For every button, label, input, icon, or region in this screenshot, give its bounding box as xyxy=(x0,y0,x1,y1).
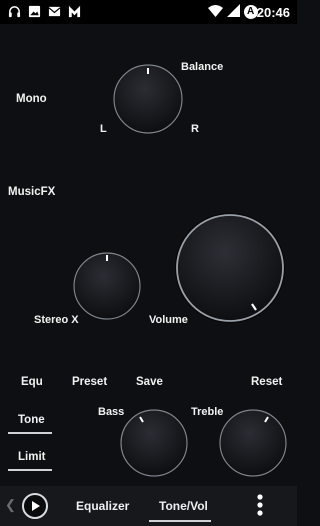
reset-button[interactable]: Reset xyxy=(251,376,282,388)
back-chevron-icon[interactable]: ❮ xyxy=(5,497,16,513)
mail-icon xyxy=(48,6,61,17)
limit-button[interactable]: Limit xyxy=(18,451,45,463)
play-icon xyxy=(32,501,40,511)
save-button[interactable]: Save xyxy=(136,376,163,388)
battery-level: A xyxy=(247,6,255,17)
clock: 20:46 xyxy=(256,5,290,20)
volume-label: Volume xyxy=(149,314,188,326)
balance-label: Balance xyxy=(181,61,224,73)
balance-knob[interactable] xyxy=(112,63,184,135)
tone-underline xyxy=(8,432,52,434)
bottom-bar: ❮ Equalizer Tone/Vol xyxy=(0,486,297,526)
stereo-x-label: Stereo X xyxy=(34,314,79,326)
image-icon xyxy=(28,5,41,18)
balance-right-label: R xyxy=(191,123,199,135)
musicfx-label: MusicFX xyxy=(8,186,56,198)
limit-underline xyxy=(8,469,52,471)
mono-label: Mono xyxy=(16,93,47,105)
volume-knob[interactable] xyxy=(174,212,286,324)
balance-left-label: L xyxy=(100,123,107,135)
app-logo-icon xyxy=(68,5,81,18)
play-button[interactable] xyxy=(22,493,48,519)
status-bar: A 20:46 xyxy=(0,0,297,24)
signal-icon xyxy=(227,4,240,17)
stereo-x-knob[interactable] xyxy=(72,251,142,321)
overflow-menu-icon[interactable] xyxy=(257,494,263,516)
headphones-icon xyxy=(8,6,21,18)
tab-equalizer[interactable]: Equalizer xyxy=(76,499,129,513)
preset-button[interactable]: Preset xyxy=(72,376,107,388)
bass-knob[interactable] xyxy=(119,408,189,478)
wifi-icon xyxy=(208,5,223,17)
equ-button[interactable]: Equ xyxy=(21,376,43,388)
tab-tone-vol[interactable]: Tone/Vol xyxy=(159,499,208,513)
treble-knob[interactable] xyxy=(218,408,288,478)
tab-tone-vol-underline xyxy=(149,520,211,522)
tone-button[interactable]: Tone xyxy=(18,414,45,426)
